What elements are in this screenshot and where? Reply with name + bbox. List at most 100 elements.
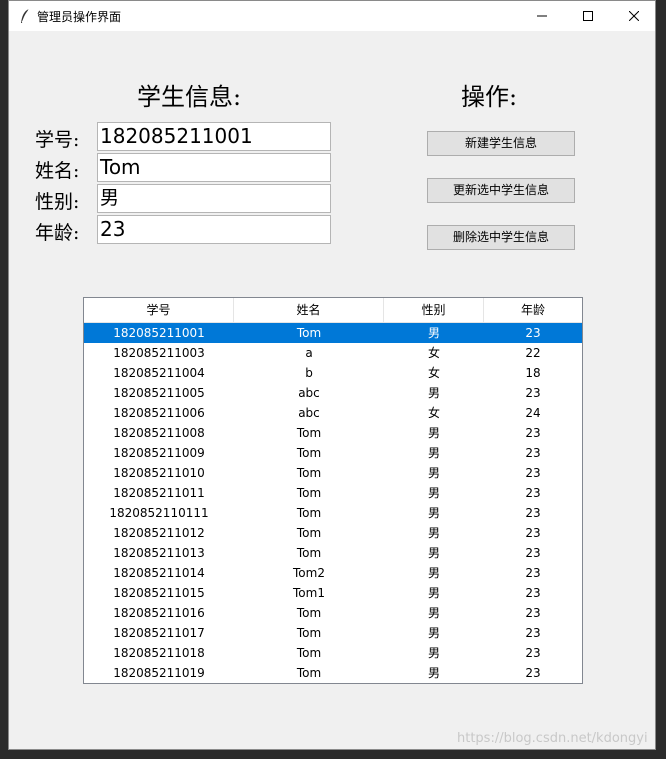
cell-name: Tom2 xyxy=(293,566,325,580)
cell-id: 182085211006 xyxy=(113,406,205,420)
student-age-input[interactable]: 23 xyxy=(97,215,331,244)
update-student-button[interactable]: 更新选中学生信息 xyxy=(427,178,575,203)
table-row[interactable]: 182085211010 Tom 男 23 xyxy=(84,463,582,483)
maximize-button[interactable] xyxy=(565,1,611,31)
cell-name: Tom xyxy=(296,426,322,440)
cell-age: 23 xyxy=(525,586,541,600)
cell-name: b xyxy=(305,366,313,380)
student-id-input[interactable]: 182085211001 xyxy=(97,122,331,151)
cell-gender: 男 xyxy=(427,626,440,640)
cell-age: 23 xyxy=(525,466,541,480)
background-editor-right xyxy=(656,0,666,759)
student-name-input[interactable]: Tom xyxy=(97,153,331,182)
table-row[interactable]: 182085211017 Tom 男 23 xyxy=(84,623,582,643)
table-row[interactable]: 1820852110111 Tom 男 23 xyxy=(84,503,582,523)
cell-gender: 男 xyxy=(427,606,440,620)
cell-name: Tom xyxy=(296,646,322,660)
new-student-button[interactable]: 新建学生信息 xyxy=(427,131,575,156)
cell-age: 23 xyxy=(525,526,541,540)
cell-id: 182085211009 xyxy=(113,446,205,460)
cell-gender: 男 xyxy=(427,446,440,460)
cell-name: Tom xyxy=(296,446,322,460)
table-row[interactable]: 182085211014 Tom2 男 23 xyxy=(84,563,582,583)
cell-gender: 男 xyxy=(427,326,440,340)
table-row[interactable]: 182085211006 abc 女 24 xyxy=(84,403,582,423)
cell-id: 182085211019 xyxy=(113,666,205,680)
app-window: 管理员操作界面 学生信息: 学号: 182085211001 姓名: Tom 性… xyxy=(8,0,656,750)
minimize-icon xyxy=(537,15,547,17)
cell-gender: 男 xyxy=(427,386,440,400)
student-gender-label: 性别: xyxy=(35,191,80,213)
cell-id: 182085211011 xyxy=(113,486,205,500)
cell-id: 182085211003 xyxy=(113,346,205,360)
cell-gender: 男 xyxy=(427,526,440,540)
cell-gender: 女 xyxy=(427,346,440,360)
table-row[interactable]: 182085211008 Tom 男 23 xyxy=(84,423,582,443)
maximize-icon xyxy=(583,11,593,21)
column-header-gender[interactable]: 性别 xyxy=(384,298,484,322)
cell-gender: 男 xyxy=(427,566,440,580)
table-row[interactable]: 182085211009 Tom 男 23 xyxy=(84,443,582,463)
cell-id: 182085211015 xyxy=(113,586,205,600)
table-row[interactable]: 182085211016 Tom 男 23 xyxy=(84,603,582,623)
student-name-label: 姓名: xyxy=(35,160,80,182)
table-row[interactable]: 182085211011 Tom 男 23 xyxy=(84,483,582,503)
student-gender-input[interactable]: 男 xyxy=(97,184,331,213)
close-button[interactable] xyxy=(611,1,657,31)
table-row[interactable]: 182085211013 Tom 男 23 xyxy=(84,543,582,563)
cell-age: 23 xyxy=(525,506,541,520)
cell-age: 24 xyxy=(525,406,541,420)
cell-name: Tom xyxy=(296,606,322,620)
title-bar: 管理员操作界面 xyxy=(9,1,655,31)
watermark: https://blog.csdn.net/kdongyi xyxy=(457,731,648,746)
table-row[interactable]: 182085211018 Tom 男 23 xyxy=(84,643,582,663)
cell-gender: 男 xyxy=(427,486,440,500)
delete-student-button[interactable]: 删除选中学生信息 xyxy=(427,225,575,250)
cell-name: Tom xyxy=(296,546,322,560)
column-header-age[interactable]: 年龄 xyxy=(484,298,582,322)
cell-age: 23 xyxy=(525,446,541,460)
actions-heading: 操作: xyxy=(461,83,518,111)
cell-name: Tom xyxy=(296,526,322,540)
cell-id: 182085211018 xyxy=(113,646,205,660)
cell-age: 23 xyxy=(525,606,541,620)
cell-id: 182085211012 xyxy=(113,526,205,540)
cell-age: 18 xyxy=(525,366,541,380)
window-title: 管理员操作界面 xyxy=(37,10,122,24)
table-row[interactable]: 182085211003 a 女 22 xyxy=(84,343,582,363)
cell-name: Tom xyxy=(296,666,322,680)
column-header-id[interactable]: 学号 xyxy=(84,298,234,322)
cell-id: 182085211001 xyxy=(113,326,205,340)
student-info-heading: 学生信息: xyxy=(137,83,242,111)
table-row[interactable]: 182085211005 abc 男 23 xyxy=(84,383,582,403)
table-row[interactable]: 182085211001 Tom 男 23 xyxy=(84,323,582,343)
cell-name: abc xyxy=(298,386,320,400)
cell-gender: 男 xyxy=(427,506,440,520)
minimize-button[interactable] xyxy=(519,1,565,31)
cell-id: 182085211010 xyxy=(113,466,205,480)
cell-gender: 男 xyxy=(427,466,440,480)
cell-age: 23 xyxy=(525,386,541,400)
table-row[interactable]: 182085211012 Tom 男 23 xyxy=(84,523,582,543)
cell-id: 1820852110111 xyxy=(109,506,209,520)
background-editor-left xyxy=(0,0,8,759)
table-row[interactable]: 182085211015 Tom1 男 23 xyxy=(84,583,582,603)
cell-id: 182085211014 xyxy=(113,566,205,580)
cell-gender: 男 xyxy=(427,586,440,600)
column-header-name[interactable]: 姓名 xyxy=(234,298,384,322)
table-body: 182085211001 Tom 男 23 182085211003 a 女 22 182085… xyxy=(84,323,582,683)
student-id-label: 学号: xyxy=(35,129,80,151)
cell-name: Tom xyxy=(296,626,322,640)
student-age-label: 年龄: xyxy=(35,222,80,244)
table-row[interactable]: 182085211004 b 女 18 xyxy=(84,363,582,383)
cell-name: Tom xyxy=(296,506,322,520)
cell-gender: 男 xyxy=(427,426,440,440)
close-icon xyxy=(629,11,639,21)
table-header: 学号 姓名 性别 年龄 xyxy=(84,298,582,323)
cell-gender: 男 xyxy=(427,646,440,660)
cell-age: 23 xyxy=(525,426,541,440)
cell-age: 22 xyxy=(525,346,541,360)
table-row[interactable]: 182085211019 Tom 男 23 xyxy=(84,663,582,683)
cell-gender: 女 xyxy=(427,366,440,380)
cell-age: 23 xyxy=(525,486,541,500)
